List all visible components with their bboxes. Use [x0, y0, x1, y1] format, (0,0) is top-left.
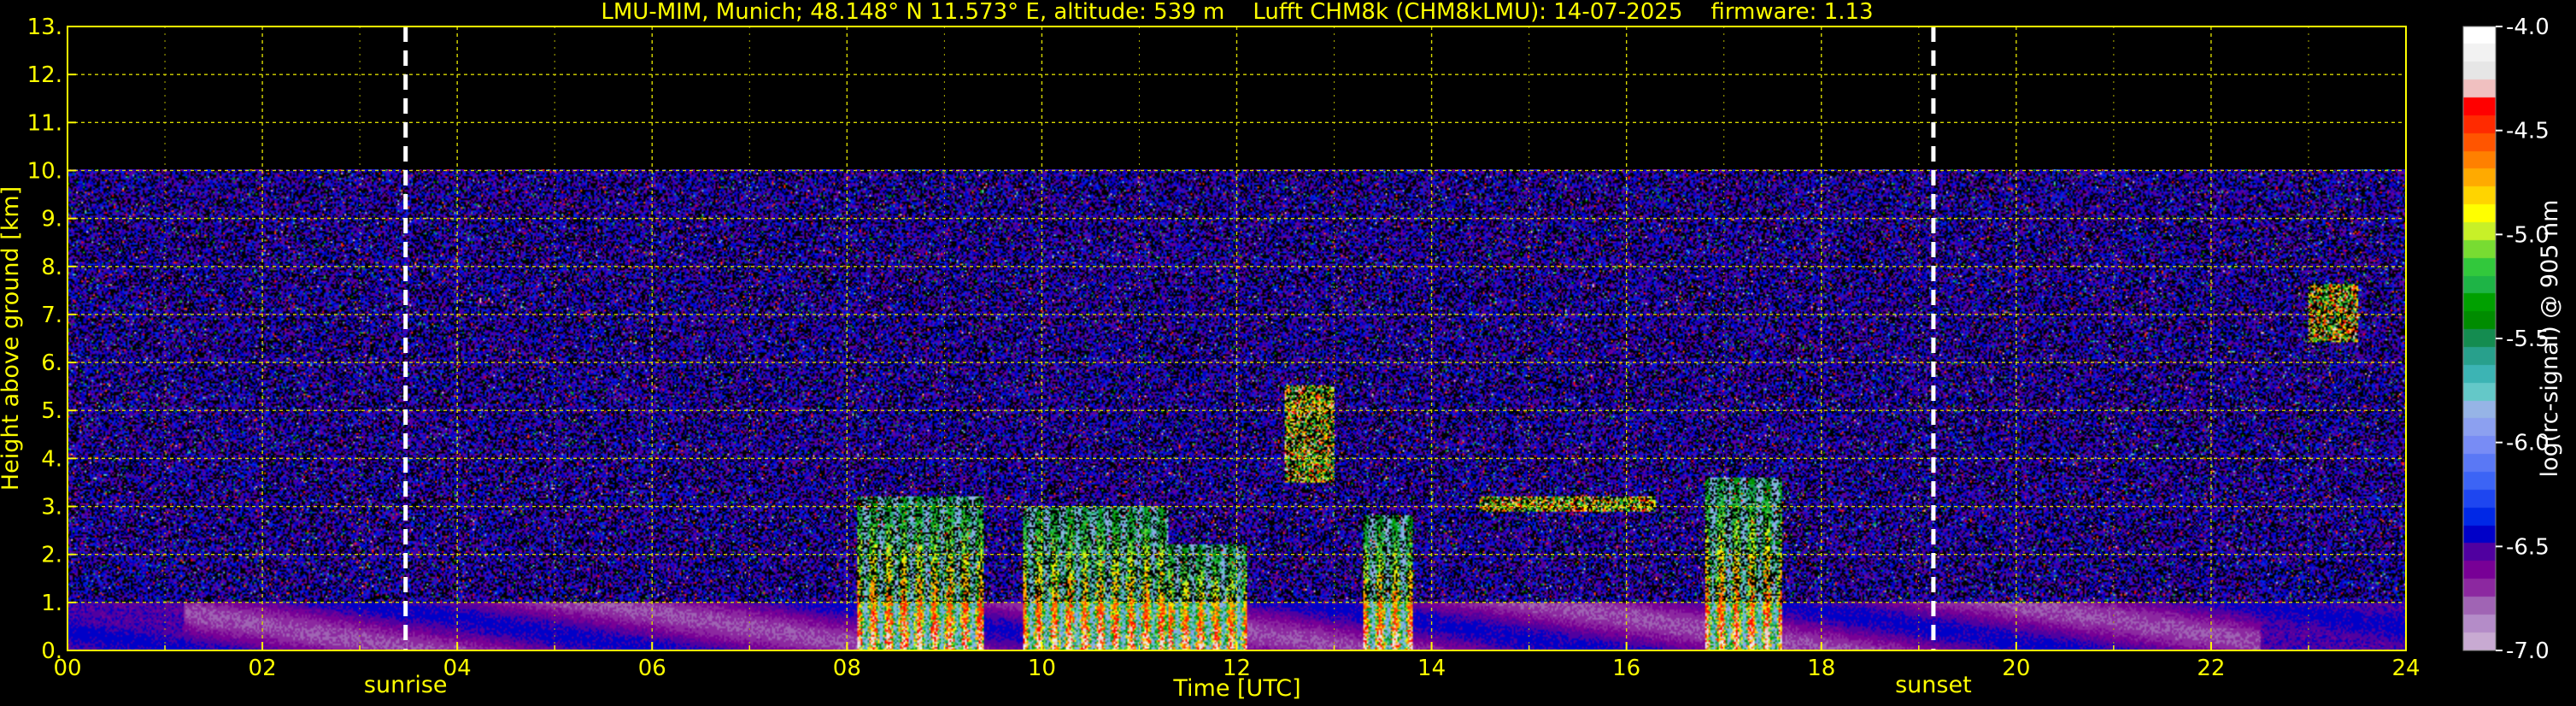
plot-area-frame: [67, 26, 2407, 651]
sun-event-lines: [403, 26, 1936, 650]
y-axis: 0. 1. 2. 3. 4. 5. 6. 7. 8. 9. 10. 11. 12. 13.: [27, 15, 76, 664]
x-tick-label: 18: [1807, 656, 1835, 681]
y-tick-label: 9.: [41, 207, 62, 232]
x-tick-label: 04: [443, 656, 472, 681]
x-tick-label: 24: [2391, 656, 2420, 681]
y-tick-label: 5.: [41, 398, 62, 424]
colorbar-tick-label: -6.5: [2506, 534, 2550, 560]
colorbar-frame: [2462, 26, 2497, 651]
y-tick-label: 2.: [41, 543, 62, 568]
sunset-label: sunset: [1895, 672, 1972, 698]
annotations: sunrise sunset: [364, 672, 1972, 698]
y-tick-label: 0.: [41, 638, 62, 664]
ceilometer-quicklook-figure: 00 02 04 06 08 10 12 14 16 18 20 22 24 0. 1. 2. 3. 4. 5. 6…: [0, 0, 2576, 706]
colorbar-tick-label: -4.0: [2506, 15, 2550, 40]
x-tick-label: 16: [1612, 656, 1640, 681]
x-tick-label: 02: [249, 656, 277, 681]
sunrise-label: sunrise: [364, 672, 448, 698]
x-tick-label: 06: [638, 656, 666, 681]
y-tick-label: 7.: [41, 303, 62, 328]
y-tick-label: 8.: [41, 255, 62, 280]
chart-title: LMU-MIM, Munich; 48.148° N 11.573° E, al…: [601, 0, 1873, 25]
y-tick-label: 6.: [41, 350, 62, 376]
y-tick-label: 12.: [27, 62, 62, 88]
y-tick-label: 1.: [41, 591, 62, 616]
y-axis-label: Height above ground [km]: [0, 186, 24, 491]
y-tick-label: 11.: [27, 110, 62, 136]
y-tick-label: 10.: [27, 158, 62, 184]
x-tick-label: 22: [2197, 656, 2225, 681]
x-tick-label: 20: [2002, 656, 2030, 681]
x-tick-label: 08: [833, 656, 861, 681]
x-tick-label: 14: [1417, 656, 1446, 681]
x-tick-label: 10: [1028, 656, 1056, 681]
y-tick-label: 4.: [41, 446, 62, 472]
colorbar-label: log(rc-signal) @ 905 nm: [2537, 200, 2563, 478]
x-axis-label: Time [UTC]: [1172, 675, 1300, 702]
chart-overlay: 00 02 04 06 08 10 12 14 16 18 20 22 24 0.1.2.3.4.5.6…: [0, 0, 2563, 702]
colorbar-tick-label: -4.5: [2506, 119, 2550, 144]
colorbar-tick-label: -7.0: [2506, 638, 2550, 664]
y-tick-label: 13.: [27, 15, 62, 40]
grid: [67, 26, 2407, 651]
y-tick-label: 3.: [41, 495, 62, 521]
